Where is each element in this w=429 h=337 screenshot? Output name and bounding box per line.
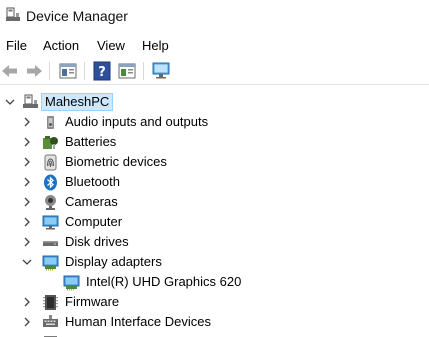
display-adapter-icon (42, 255, 59, 271)
disk-drive-icon (43, 241, 58, 246)
device-manager-icon (6, 7, 20, 21)
menu-action[interactable]: Action (43, 37, 79, 54)
chevron-right-icon[interactable] (21, 116, 33, 128)
tree-item-bluetooth[interactable]: Bluetooth (0, 172, 429, 192)
computer-root-icon (23, 94, 38, 108)
update-driver-icon[interactable] (117, 61, 137, 81)
tree-item-display-adapters[interactable]: Display adapters (0, 252, 429, 272)
tree-root[interactable]: MaheshPC (0, 92, 429, 112)
forward-arrow-icon[interactable] (24, 61, 44, 81)
tree-item-computer[interactable]: Computer (0, 212, 429, 232)
tree-item-label: Disk drives (65, 234, 129, 249)
toolbar-separator (49, 62, 50, 80)
tree-item-biometric[interactable]: Biometric devices (0, 152, 429, 172)
bluetooth-icon (44, 174, 57, 191)
device-tree: MaheshPC Audio inputs and outputs Batter… (0, 90, 429, 337)
tree-item-firmware[interactable]: Firmware (0, 292, 429, 312)
camera-icon (45, 195, 56, 210)
tree-child-intel-uhd[interactable]: Intel(R) UHD Graphics 620 (0, 272, 429, 292)
toolbar: ? (0, 58, 429, 85)
tree-item-label: Firmware (65, 294, 120, 309)
chevron-right-icon[interactable] (21, 156, 33, 168)
toolbar-separator (84, 62, 85, 80)
tree-item-audio[interactable]: Audio inputs and outputs (0, 112, 429, 132)
tree-item-label: Intel(R) UHD Graphics 620 (86, 274, 242, 289)
battery-icon (43, 136, 58, 149)
chevron-right-icon[interactable] (21, 216, 33, 228)
tree-item-hid[interactable]: Human Interface Devices (0, 312, 429, 332)
display-adapter-icon (63, 275, 80, 291)
tree-item-label: Computer (65, 214, 123, 229)
chevron-right-icon[interactable] (21, 136, 33, 148)
title-bar: Device Manager (0, 0, 429, 32)
tree-item-partial (0, 332, 429, 337)
tree-item-label: Cameras (65, 194, 118, 209)
tree-item-label: Batteries (65, 134, 117, 149)
scan-hardware-icon[interactable] (151, 61, 171, 81)
tree-root-label: MaheshPC (41, 93, 114, 111)
chevron-down-icon[interactable] (21, 256, 33, 268)
tree-item-label: Biometric devices (65, 154, 167, 169)
tree-item-cameras[interactable]: Cameras (0, 192, 429, 212)
tree-item-label: Bluetooth (65, 174, 120, 189)
menu-file[interactable]: File (6, 37, 27, 54)
chevron-down-icon[interactable] (4, 96, 16, 108)
menu-bar: File Action View Help (0, 34, 429, 56)
help-icon[interactable]: ? (92, 61, 112, 81)
window-title: Device Manager (26, 8, 128, 24)
firmware-chip-icon (43, 295, 58, 310)
chevron-right-icon[interactable] (21, 196, 33, 208)
tree-item-disk-drives[interactable]: Disk drives (0, 232, 429, 252)
back-arrow-icon[interactable] (0, 61, 20, 81)
chevron-right-icon[interactable] (21, 176, 33, 188)
menu-view[interactable]: View (97, 37, 125, 54)
monitor-icon (42, 215, 59, 230)
menu-help[interactable]: Help (142, 37, 169, 54)
chevron-right-icon[interactable] (21, 316, 33, 328)
fingerprint-icon (44, 154, 57, 171)
tree-item-label: Display adapters (65, 254, 162, 269)
tree-item-label: Human Interface Devices (65, 314, 211, 329)
chevron-right-icon[interactable] (21, 236, 33, 248)
tree-item-batteries[interactable]: Batteries (0, 132, 429, 152)
hid-keyboard-icon (43, 315, 58, 327)
chevron-right-icon[interactable] (21, 296, 33, 308)
toolbar-separator (143, 62, 144, 80)
tree-item-label: Audio inputs and outputs (65, 114, 209, 129)
properties-icon[interactable] (58, 61, 78, 81)
speaker-icon (47, 116, 54, 129)
svg-text:?: ? (98, 65, 106, 80)
